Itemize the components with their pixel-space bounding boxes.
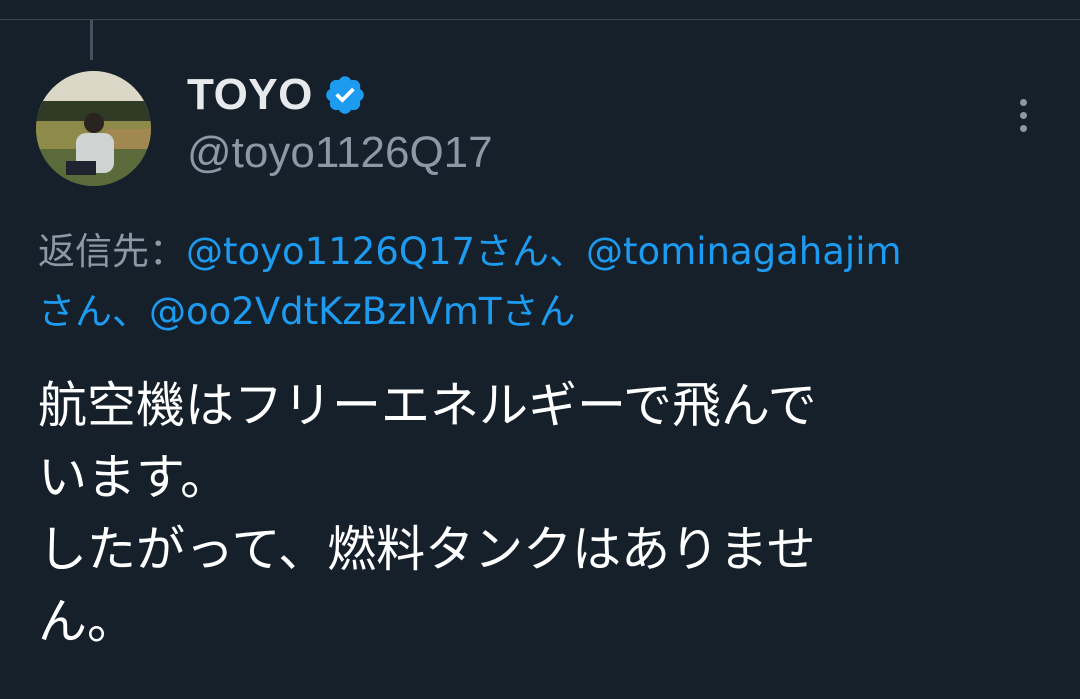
more-options-button[interactable] (1003, 95, 1043, 135)
tweet-text-line: います。 (38, 449, 230, 506)
profile-photo (36, 71, 151, 186)
tweet-text: 航空機はフリーエネルギーで飛んで います。 したがって、燃料タンクはありませ ん… (38, 370, 1058, 658)
author-avatar[interactable] (36, 71, 151, 186)
more-vertical-icon (1019, 98, 1027, 106)
verified-badge-icon (323, 73, 367, 117)
tweet-text-line: 航空機はフリーエネルギーで飛んで (38, 377, 817, 434)
more-vertical-icon-dot (1019, 124, 1027, 132)
replying-to-line: 返信先：@toyo1126Q17さん、@tominagahajim (38, 222, 1080, 282)
mention-link[interactable]: @tominagahajim (586, 230, 901, 273)
mention-link[interactable]: さん、 (38, 290, 149, 333)
tweet-text-line: したがって、燃料タンクはありませ (38, 521, 816, 578)
tweet-text-line: ん。 (38, 593, 137, 650)
more-vertical-icon-dot (1019, 111, 1027, 119)
replying-to-label: 返信先： (38, 230, 186, 273)
top-divider (0, 19, 1080, 20)
mention-link[interactable]: @oo2VdtKzBzIVmTさん (149, 290, 575, 333)
replying-to-line: さん、@oo2VdtKzBzIVmTさん (38, 282, 1080, 342)
replying-to: 返信先：@toyo1126Q17さん、@tominagahajim さん、@oo… (38, 222, 1080, 342)
thread-connector-line (90, 20, 93, 60)
author-handle[interactable]: @toyo1126Q17 (187, 128, 493, 178)
author-display-name[interactable]: TOYO (187, 70, 313, 120)
mention-link[interactable]: @toyo1126Q17さん、 (186, 230, 586, 273)
author-name-row[interactable]: TOYO (187, 70, 367, 120)
